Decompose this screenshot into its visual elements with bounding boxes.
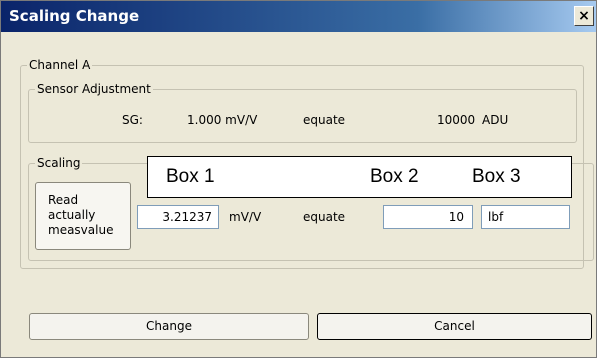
sg-label: SG:: [122, 113, 143, 127]
channel-a-legend: Channel A: [27, 58, 93, 72]
mv-unit-label: mV/V: [229, 210, 262, 224]
close-button[interactable]: ×: [574, 6, 594, 26]
read-actual-measvalue-button[interactable]: Read actually measvalue: [35, 182, 131, 250]
sensor-equate-label: equate: [303, 113, 346, 127]
adu-value: 10000: [437, 113, 476, 127]
box1-label: Box 1: [166, 166, 215, 187]
cancel-button-label: Cancel: [434, 319, 475, 333]
box2-label: Box 2: [370, 166, 419, 187]
change-button[interactable]: Change: [29, 313, 309, 340]
sensor-adjustment-legend: Sensor Adjustment: [35, 82, 153, 96]
title-bar[interactable]: Scaling Change ×: [1, 1, 596, 32]
annotation-box: Box 1 Box 2 Box 3: [147, 156, 572, 198]
mv-value-input[interactable]: 3.21237: [137, 205, 219, 229]
scaling-change-dialog: Scaling Change × Channel A Sensor Adjust…: [0, 0, 597, 358]
close-icon: ×: [578, 8, 590, 24]
scaling-equate-label: equate: [303, 210, 346, 224]
scaled-value-text: 10: [448, 210, 464, 224]
unit-text: lbf: [488, 210, 504, 224]
scaling-legend: Scaling: [35, 156, 83, 170]
scaled-value-input[interactable]: 10: [383, 205, 473, 229]
adu-unit: ADU: [482, 113, 509, 127]
change-button-label: Change: [146, 319, 192, 333]
sg-value: 1.000 mV/V: [187, 113, 258, 127]
unit-input[interactable]: lbf: [481, 205, 570, 229]
box3-label: Box 3: [472, 166, 521, 187]
cancel-button[interactable]: Cancel: [317, 313, 592, 340]
window-title: Scaling Change: [9, 7, 140, 25]
mv-value-text: 3.21237: [162, 210, 212, 224]
